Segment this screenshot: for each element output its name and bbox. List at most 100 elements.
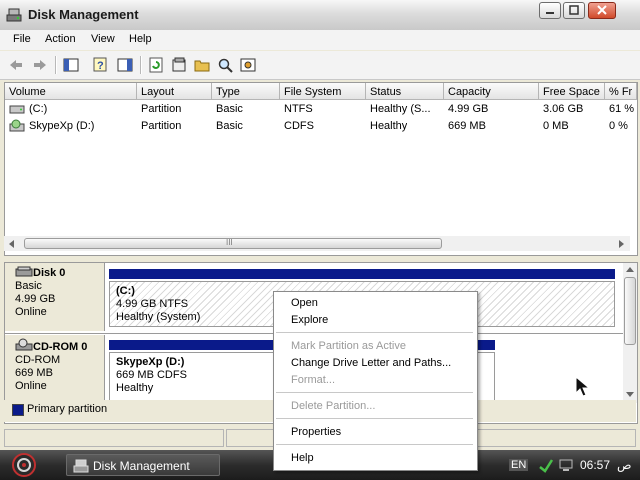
column-header-file-system[interactable]: File System [280, 83, 366, 100]
menu-help[interactable]: Help [129, 33, 152, 45]
show-hide-console-tree-icon[interactable] [63, 57, 79, 73]
scroll-up-icon[interactable] [625, 265, 635, 275]
open-folder-icon[interactable] [194, 57, 210, 73]
volume-name: (C:) [29, 103, 48, 115]
column-header-free-space[interactable]: Free Space [539, 83, 605, 100]
volume-free-space: 0 MB [543, 120, 569, 132]
horizontal-scroll-thumb[interactable] [24, 238, 442, 249]
legend-label: Primary partition [27, 403, 108, 415]
disk-management-app-icon [73, 459, 89, 473]
hard-disk-icon [15, 266, 33, 277]
disk-size: 4.99 GB [15, 293, 56, 305]
volume-free-space: 3.06 GB [543, 103, 584, 115]
help-icon[interactable]: ? [93, 57, 109, 73]
menu-item-format[interactable]: Format... [291, 374, 335, 386]
menu-view[interactable]: View [91, 33, 115, 45]
maximize-icon [569, 5, 579, 15]
column-header-layout[interactable]: Layout [137, 83, 212, 100]
minimize-button[interactable] [539, 2, 561, 19]
clock-period: ص [617, 458, 632, 472]
volume-status: Healthy [370, 120, 408, 132]
export-list-icon[interactable] [117, 57, 133, 73]
scroll-down-icon[interactable] [625, 389, 635, 399]
minimize-icon [546, 12, 554, 14]
close-button[interactable] [588, 2, 616, 19]
scroll-left-icon[interactable] [7, 239, 17, 249]
legend-swatch-primary-partition [12, 404, 24, 416]
menu-item-properties[interactable]: Properties [291, 426, 341, 438]
volume-status: Healthy (S... [370, 103, 431, 115]
volume-file-system: CDFS [284, 120, 314, 132]
vertical-scroll-thumb[interactable] [624, 277, 636, 345]
search-icon[interactable] [217, 57, 233, 73]
menu-action[interactable]: Action [45, 33, 76, 45]
taskbar-button-disk-management[interactable]: Disk Management [66, 454, 220, 476]
taskbar-button-label: Disk Management [93, 459, 190, 473]
menu-bar: File Action View Help [0, 30, 640, 50]
disk-kind: CD-ROM [15, 354, 61, 366]
menu-item-mark-partition-active[interactable]: Mark Partition as Active [291, 340, 406, 352]
disk-name: Disk 0 [33, 267, 66, 279]
disk-state: Online [15, 306, 47, 318]
volume-type: Basic [216, 120, 243, 132]
toolbar-separator [55, 56, 57, 74]
volume-percent-free: 61 % [609, 103, 635, 115]
svg-text:?: ? [97, 60, 104, 72]
disk-management-app-icon [6, 8, 22, 22]
volume-layout: Partition [141, 120, 182, 132]
column-header-volume[interactable]: Volume [5, 83, 137, 100]
cd-rom-0-info[interactable]: CD-ROM 0 CD-ROM 669 MB Online [5, 335, 105, 401]
status-pane [4, 429, 224, 447]
disk-0-info[interactable]: Disk 0 Basic 4.99 GB Online [5, 263, 105, 331]
back-arrow-icon[interactable] [8, 57, 24, 73]
disk-kind: Basic [15, 280, 42, 292]
volume-layout: Partition [141, 103, 182, 115]
forward-arrow-icon[interactable] [32, 57, 48, 73]
partition-bar-c [109, 269, 615, 279]
toolbar: ? [0, 51, 640, 80]
menu-item-delete-partition[interactable]: Delete Partition... [291, 400, 375, 412]
menu-separator [276, 392, 473, 393]
volume-list: Volume Layout Type File System Status Ca… [4, 82, 638, 256]
cd-drive-icon [9, 119, 25, 132]
toolbar-separator [140, 56, 142, 74]
column-header-percent-free[interactable]: % Fr [605, 83, 637, 100]
settings-icon[interactable] [240, 57, 256, 73]
menu-item-explore[interactable]: Explore [291, 314, 328, 326]
tray-computer-icon[interactable] [558, 457, 574, 473]
menu-separator [276, 444, 473, 445]
window-title: Disk Management [28, 7, 139, 22]
scroll-right-icon[interactable] [616, 239, 626, 249]
volume-name: SkypeXp (D:) [29, 120, 95, 132]
disk-state: Online [15, 380, 47, 392]
network-icon[interactable] [538, 457, 554, 473]
menu-file[interactable]: File [13, 33, 31, 45]
maximize-button[interactable] [563, 2, 585, 19]
vertical-scrollbar[interactable] [623, 263, 637, 403]
menu-separator [276, 332, 473, 333]
cd-rom-icon [15, 338, 33, 351]
volume-capacity: 669 MB [448, 120, 486, 132]
horizontal-scrollbar[interactable] [4, 236, 630, 251]
column-header-status[interactable]: Status [366, 83, 444, 100]
context-menu: Open Explore Mark Partition as Active Ch… [273, 291, 478, 471]
menu-item-open[interactable]: Open [291, 297, 318, 309]
clock-time[interactable]: 06:57 [580, 458, 610, 472]
volume-capacity: 4.99 GB [448, 103, 489, 115]
start-button[interactable] [10, 452, 38, 478]
menu-separator [276, 418, 473, 419]
menu-item-change-drive-letter[interactable]: Change Drive Letter and Paths... [291, 357, 451, 369]
disk-size: 669 MB [15, 367, 53, 379]
column-header-capacity[interactable]: Capacity [444, 83, 539, 100]
menu-item-help[interactable]: Help [291, 452, 314, 464]
close-icon [597, 5, 607, 15]
column-header-type[interactable]: Type [212, 83, 280, 100]
volume-percent-free: 0 % [609, 120, 628, 132]
mouse-pointer-icon [575, 376, 591, 397]
title-bar[interactable]: Disk Management [0, 0, 640, 31]
scroll-thumb-grip: III [226, 238, 233, 247]
refresh-icon[interactable] [148, 57, 164, 73]
drive-icon [9, 105, 25, 114]
properties-icon[interactable] [171, 57, 187, 73]
language-indicator[interactable]: EN [509, 459, 529, 471]
